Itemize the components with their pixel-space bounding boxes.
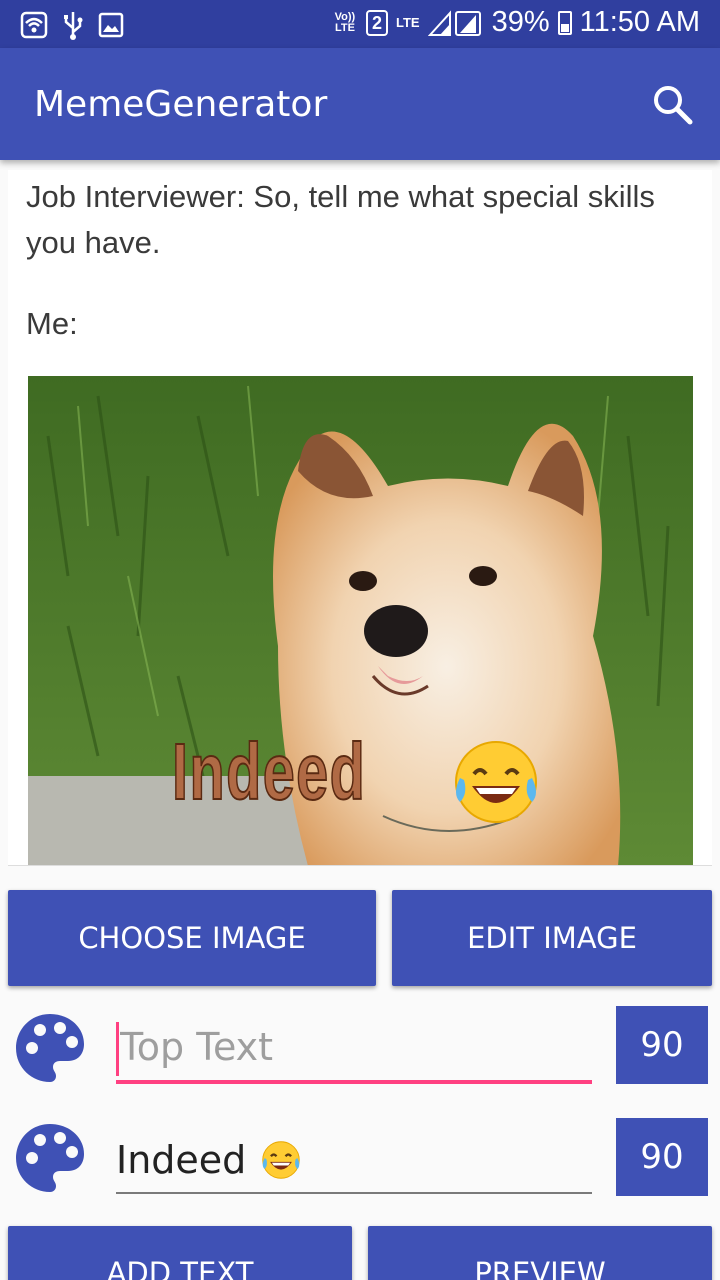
battery-percent: 39% bbox=[491, 6, 550, 38]
tears-of-joy-emoji-icon bbox=[262, 1141, 301, 1179]
tears-of-joy-emoji-icon bbox=[455, 741, 537, 823]
top-text-input[interactable] bbox=[116, 1014, 592, 1080]
wifi-icon bbox=[20, 11, 48, 39]
search-icon[interactable] bbox=[650, 82, 694, 126]
status-bar: Vo)) LTE 2 LTE 39% 11:50 AM bbox=[0, 0, 720, 48]
preview-button[interactable]: PREVIEW bbox=[368, 1226, 712, 1280]
text-cursor bbox=[116, 1022, 119, 1076]
palette-icon[interactable] bbox=[12, 1120, 88, 1196]
bottom-text-value[interactable]: Indeed bbox=[116, 1138, 302, 1182]
edit-image-button[interactable]: EDIT IMAGE bbox=[392, 890, 712, 986]
status-bar-left bbox=[20, 10, 124, 40]
bottom-text-size[interactable]: 90 bbox=[616, 1118, 708, 1196]
usb-icon bbox=[64, 12, 83, 40]
choose-image-button[interactable]: CHOOSE IMAGE bbox=[8, 890, 376, 986]
top-text-field[interactable] bbox=[116, 1014, 592, 1084]
bottom-text-field[interactable]: Indeed bbox=[116, 1124, 592, 1194]
meme-overlay-text: Indeed bbox=[171, 726, 367, 817]
palette-icon[interactable] bbox=[12, 1010, 88, 1086]
signal-icon bbox=[427, 9, 481, 36]
sim2-icon: 2 bbox=[365, 9, 388, 36]
app-title: MemeGenerator bbox=[34, 84, 328, 125]
battery-icon bbox=[557, 10, 572, 35]
meme-me-label: Me: bbox=[26, 306, 78, 341]
add-text-button[interactable]: ADD TEXT bbox=[8, 1226, 352, 1280]
app-bar: MemeGenerator bbox=[0, 48, 720, 160]
volte-icon: Vo)) LTE bbox=[334, 10, 356, 34]
meme-caption: Job Interviewer: So, tell me what specia… bbox=[26, 179, 655, 260]
image-icon bbox=[98, 12, 124, 38]
lte-icon: LTE bbox=[395, 15, 420, 30]
meme-preview[interactable]: Job Interviewer: So, tell me what specia… bbox=[8, 170, 712, 866]
bottom-text-label: Indeed bbox=[116, 1138, 247, 1182]
top-text-size[interactable]: 90 bbox=[616, 1006, 708, 1084]
clock: 11:50 AM bbox=[579, 6, 700, 38]
status-bar-right: Vo)) LTE 2 LTE 39% 11:50 AM bbox=[332, 6, 700, 39]
